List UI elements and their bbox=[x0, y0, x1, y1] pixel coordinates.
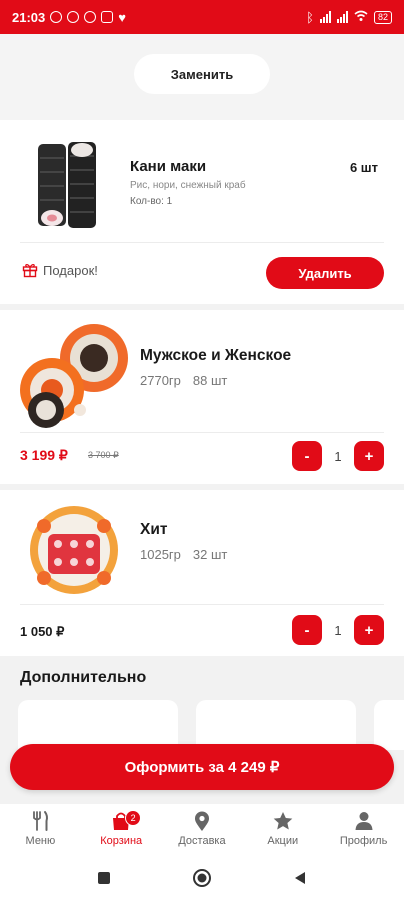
nav-item-cart[interactable]: 2 Корзина bbox=[81, 804, 162, 856]
product-weight: 1025гр bbox=[140, 547, 181, 562]
nav-label: Акции bbox=[267, 835, 299, 847]
gift-label-text: Подарок! bbox=[43, 262, 98, 278]
recent-apps-icon[interactable] bbox=[96, 870, 112, 886]
delete-button[interactable]: Удалить bbox=[266, 257, 384, 289]
home-icon[interactable] bbox=[192, 868, 212, 888]
kani-maki-image bbox=[38, 142, 96, 228]
signal-icon-2 bbox=[336, 11, 348, 23]
quantity-value: 1 bbox=[334, 622, 342, 638]
divider bbox=[20, 432, 384, 433]
wifi-icon bbox=[354, 10, 368, 25]
increase-button[interactable]: + bbox=[353, 441, 384, 471]
divider bbox=[20, 242, 384, 243]
extra-item-card[interactable] bbox=[374, 700, 404, 750]
system-navigation-bar bbox=[0, 856, 404, 900]
product-image-hit bbox=[30, 506, 118, 594]
gift-item-card: Кани маки 6 шт Рис, нори, снежный краб К… bbox=[0, 120, 404, 304]
nav-item-menu[interactable]: Меню bbox=[0, 804, 81, 856]
gift-item-name: Кани маки bbox=[130, 158, 207, 175]
star-icon bbox=[273, 812, 293, 830]
replace-area: Заменить bbox=[0, 34, 404, 120]
status-time: 21:03 bbox=[12, 9, 46, 25]
product-meta: 1025гр 32 шт bbox=[140, 547, 227, 562]
extras-heading: Дополнительно bbox=[20, 669, 147, 686]
decrease-button[interactable]: - bbox=[292, 441, 322, 471]
message-notification-icon bbox=[101, 11, 114, 23]
cart-item-1: Мужское и Женское 2770гр 88 шт 3 199 ₽ 3… bbox=[0, 310, 404, 484]
fork-knife-icon bbox=[33, 811, 49, 831]
extra-item-card[interactable] bbox=[196, 700, 356, 750]
cart-count-badge: 2 bbox=[125, 810, 142, 826]
product-pieces: 32 шт bbox=[192, 547, 228, 562]
person-icon bbox=[355, 812, 373, 830]
nav-label: Корзина bbox=[100, 835, 143, 847]
decrease-button[interactable]: - bbox=[292, 615, 322, 645]
product-pieces: 88 шт bbox=[192, 373, 228, 388]
app-notification-icon bbox=[84, 11, 97, 23]
nav-item-profile[interactable]: Профиль bbox=[323, 804, 404, 856]
gift-item-quantity: 6 шт bbox=[349, 160, 378, 175]
checkout-button[interactable]: Оформить за 4 249 ₽ bbox=[10, 744, 394, 790]
gift-item-description: Рис, нори, снежный краб bbox=[130, 180, 246, 191]
product-name: Мужское и Женское bbox=[140, 347, 292, 364]
quantity-stepper: - 1 + bbox=[292, 441, 384, 471]
increase-button[interactable]: + bbox=[353, 615, 384, 645]
alarm-icon bbox=[67, 11, 80, 23]
nav-label: Доставка bbox=[178, 835, 226, 847]
product-weight: 2770гр bbox=[140, 373, 181, 388]
quantity-value: 1 bbox=[334, 448, 342, 464]
bottom-nav: Меню 2 Корзина Доставка Акции Профиль bbox=[0, 804, 404, 856]
cart-item-2: Хит 1025гр 32 шт 1 050 ₽ - 1 + bbox=[0, 490, 404, 656]
nav-label: Профиль bbox=[339, 835, 388, 847]
bluetooth-icon: ᛒ bbox=[306, 9, 314, 25]
status-bar: 21:03 ♥ ᛒ 82 bbox=[0, 0, 404, 34]
signal-icon bbox=[319, 11, 331, 23]
gift-icon bbox=[22, 264, 38, 278]
back-icon[interactable] bbox=[292, 870, 308, 886]
settings-icon bbox=[50, 11, 63, 23]
replace-button[interactable]: Заменить bbox=[134, 54, 270, 94]
battery-indicator: 82 bbox=[373, 10, 392, 24]
product-image-set bbox=[20, 324, 128, 428]
product-old-price: 3 700 ₽ bbox=[88, 450, 119, 460]
product-name: Хит bbox=[140, 521, 168, 538]
gift-item-count: Кол-во: 1 bbox=[130, 196, 173, 207]
nav-item-promotions[interactable]: Акции bbox=[242, 804, 323, 856]
nav-label: Меню bbox=[25, 835, 56, 847]
quantity-stepper: - 1 + bbox=[292, 615, 384, 645]
nav-item-delivery[interactable]: Доставка bbox=[162, 804, 243, 856]
product-meta: 2770гр 88 шт bbox=[140, 373, 227, 388]
location-pin-icon bbox=[194, 811, 209, 831]
heart-notification-icon: ♥ bbox=[118, 9, 126, 25]
extra-item-card[interactable] bbox=[18, 700, 178, 750]
product-price: 3 199 ₽ bbox=[20, 447, 68, 463]
divider bbox=[20, 604, 384, 605]
product-price: 1 050 ₽ bbox=[20, 624, 65, 639]
gift-label: Подарок! bbox=[22, 262, 98, 278]
